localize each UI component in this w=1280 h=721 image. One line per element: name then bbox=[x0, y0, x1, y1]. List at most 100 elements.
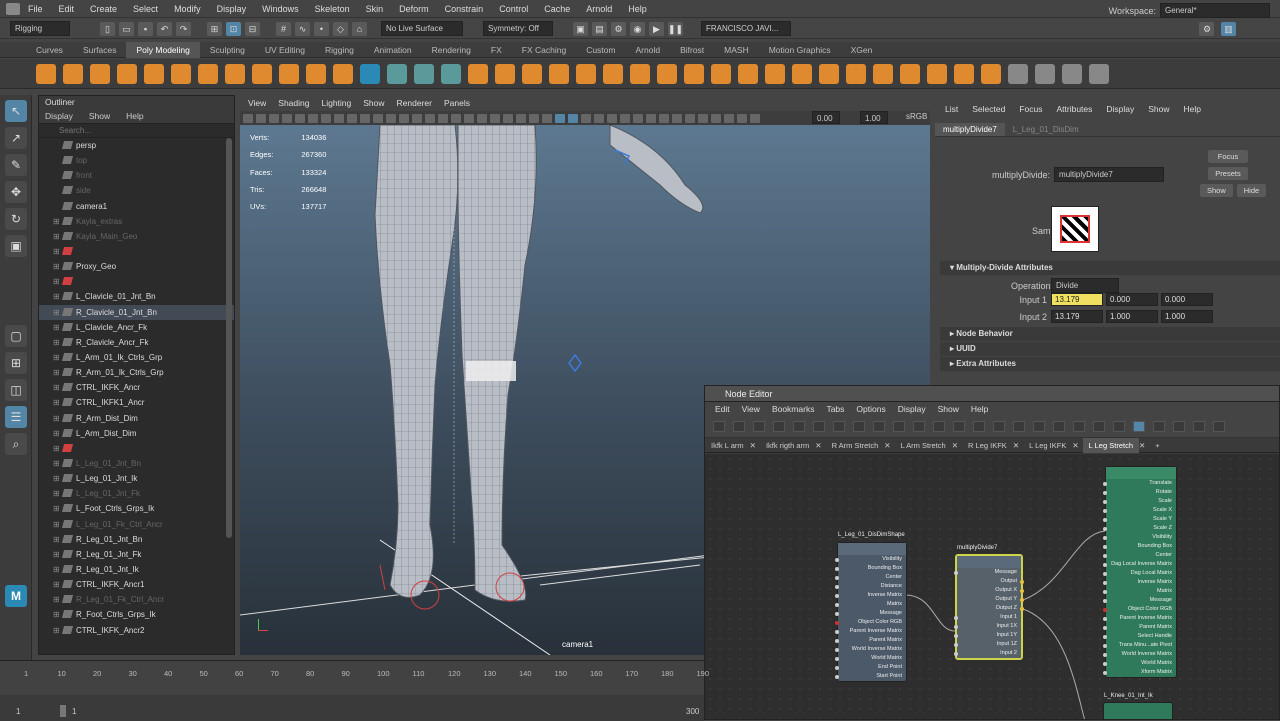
shelf-tab-curves[interactable]: Curves bbox=[26, 42, 73, 58]
tab-close-icon[interactable]: ✕ bbox=[1139, 438, 1149, 453]
viewport-tool-icon[interactable] bbox=[399, 113, 409, 123]
extract-icon[interactable] bbox=[441, 63, 461, 84]
expand-icon[interactable]: ⊞ bbox=[53, 411, 63, 426]
node-port[interactable]: Output bbox=[957, 577, 1024, 586]
node-port[interactable]: Scale Z bbox=[1103, 524, 1176, 533]
viewport-tool-icon[interactable] bbox=[269, 113, 279, 123]
tab-multiplydivide7[interactable]: multiplyDivide7 bbox=[935, 123, 1005, 136]
port-dot[interactable] bbox=[1103, 625, 1107, 630]
node-port[interactable]: Center bbox=[835, 573, 906, 582]
expand-icon[interactable]: ⊞ bbox=[53, 441, 63, 456]
port-dot[interactable] bbox=[1103, 661, 1107, 666]
viewport-tool-icon[interactable] bbox=[256, 113, 266, 123]
node-port[interactable]: Message bbox=[1103, 596, 1176, 605]
port-dot[interactable] bbox=[835, 575, 839, 580]
viewport-tool-icon[interactable] bbox=[243, 113, 253, 123]
node-port[interactable]: Inverse Matrix bbox=[835, 591, 906, 600]
port-dot[interactable] bbox=[954, 651, 958, 656]
node-port[interactable]: World Inverse Matrix bbox=[835, 645, 906, 654]
node-editor-menu-bookmarks[interactable]: Bookmarks bbox=[772, 404, 815, 414]
undo-icon[interactable]: ↶ bbox=[157, 21, 172, 36]
snap-live-icon[interactable]: ⌂ bbox=[352, 21, 367, 36]
node-editor-tool-icon[interactable] bbox=[773, 421, 785, 432]
outliner-item[interactable]: ⊞ bbox=[39, 274, 234, 289]
viewport-tool-icon[interactable] bbox=[737, 113, 747, 123]
redo-icon[interactable]: ↷ bbox=[176, 21, 191, 36]
move-tool-icon[interactable]: ✥ bbox=[5, 181, 27, 203]
viewport-menu-shading[interactable]: Shading bbox=[278, 98, 309, 108]
port-dot[interactable] bbox=[1103, 652, 1107, 657]
node-editor-tool-icon[interactable] bbox=[733, 421, 745, 432]
outliner-item[interactable]: ⊞ bbox=[39, 244, 234, 259]
node-editor-tool-icon[interactable] bbox=[1113, 421, 1125, 432]
outliner-item[interactable]: ⊞ CTRL_IKFK_Ancr1 bbox=[39, 577, 234, 592]
outliner-layout-icon[interactable]: ☰ bbox=[5, 406, 27, 428]
tab-close-icon[interactable]: ✕ bbox=[1013, 438, 1023, 453]
outliner-item[interactable]: ⊞ CTRL_IKFK_Ancr bbox=[39, 380, 234, 395]
expand-icon[interactable]: ⊞ bbox=[53, 244, 63, 259]
port-dot[interactable] bbox=[1103, 517, 1107, 522]
section-uuid[interactable]: ▸ UUID bbox=[940, 342, 1280, 356]
menu-cache[interactable]: Cache bbox=[544, 4, 570, 14]
node-port[interactable]: Object Color RGB bbox=[835, 618, 906, 627]
select-tool-icon[interactable]: ↖ bbox=[5, 100, 27, 122]
hide-button[interactable]: Hide bbox=[1236, 184, 1267, 197]
snap-point-icon[interactable]: • bbox=[314, 21, 329, 36]
port-dot[interactable] bbox=[954, 624, 958, 629]
shelf-tab-xgen[interactable]: XGen bbox=[841, 42, 883, 58]
node-port[interactable]: Parent Inverse Matrix bbox=[1103, 614, 1176, 623]
outliner-item[interactable]: ⊞ Kayla_Main_Geo bbox=[39, 229, 234, 244]
far-clip-field[interactable]: 1.00 bbox=[860, 111, 888, 124]
shelf-tab-uv-editing[interactable]: UV Editing bbox=[255, 42, 315, 58]
viewport-tool-icon[interactable] bbox=[308, 113, 318, 123]
multi-cut-icon[interactable] bbox=[711, 63, 731, 84]
viewport-tool-icon[interactable] bbox=[295, 113, 305, 123]
outliner-item[interactable]: side bbox=[39, 183, 234, 198]
node-port[interactable]: Input 1X bbox=[954, 622, 1021, 631]
outliner-item[interactable]: top bbox=[39, 153, 234, 168]
port-dot[interactable] bbox=[1103, 598, 1107, 603]
node-port[interactable]: World Matrix bbox=[1103, 659, 1176, 668]
outliner-item[interactable]: ⊞ L_Foot_Ctrls_Grps_Ik bbox=[39, 501, 234, 516]
shelf-tab-motion-graphics[interactable]: Motion Graphics bbox=[759, 42, 841, 58]
bevel-icon[interactable] bbox=[630, 63, 650, 84]
node-editor-tool-icon[interactable] bbox=[1193, 421, 1205, 432]
expand-icon[interactable]: ⊞ bbox=[53, 229, 63, 244]
symmetry-dropdown[interactable]: Symmetry: Off bbox=[483, 21, 553, 36]
outliner-item[interactable]: ⊞ Kayla_extras bbox=[39, 214, 234, 229]
node-editor-tool-icon[interactable] bbox=[1073, 421, 1085, 432]
shelf-tab-sculpting[interactable]: Sculpting bbox=[200, 42, 255, 58]
viewport-tool-icon[interactable] bbox=[542, 113, 552, 123]
cylinder-icon[interactable] bbox=[90, 63, 110, 84]
disdim-shape-node[interactable]: L_Leg_01_DisDimShape Visibility Bounding … bbox=[835, 532, 907, 682]
expand-icon[interactable]: ⊞ bbox=[53, 623, 63, 638]
port-dot[interactable] bbox=[954, 633, 958, 638]
port-dot[interactable] bbox=[1103, 490, 1107, 495]
pause-icon[interactable]: ❚❚ bbox=[668, 21, 683, 36]
cone-icon[interactable] bbox=[117, 63, 137, 84]
port-dot[interactable] bbox=[1103, 553, 1107, 558]
viewport-tool-icon[interactable] bbox=[698, 113, 708, 123]
pivot-icon[interactable] bbox=[900, 63, 920, 84]
search-icon[interactable]: ⌕ bbox=[5, 433, 27, 455]
attr-menu-attributes[interactable]: Attributes bbox=[1056, 104, 1092, 114]
node-editor-title[interactable]: Node Editor bbox=[705, 386, 1279, 402]
outliner-item[interactable]: ⊞ Proxy_Geo bbox=[39, 259, 234, 274]
node-port[interactable]: Parent Matrix bbox=[1103, 623, 1176, 632]
extra-2-icon[interactable] bbox=[1035, 63, 1055, 84]
open-scene-icon[interactable]: ▭ bbox=[119, 21, 134, 36]
render-icon[interactable]: ▣ bbox=[573, 21, 588, 36]
cube-icon[interactable] bbox=[63, 63, 83, 84]
torus-icon[interactable] bbox=[144, 63, 164, 84]
node-tab-r-leg-ikfk[interactable]: R Leg IKFK bbox=[962, 438, 1013, 453]
outliner-menu-show[interactable]: Show bbox=[89, 111, 110, 121]
node-editor-menu-show[interactable]: Show bbox=[938, 404, 959, 414]
node-editor-tool-icon[interactable] bbox=[873, 421, 885, 432]
node-port[interactable]: Input 2 bbox=[954, 649, 1021, 658]
viewport-tool-icon[interactable] bbox=[503, 113, 513, 123]
input2-x-field[interactable]: 13.179 bbox=[1051, 310, 1103, 323]
viewport-tool-icon[interactable] bbox=[438, 113, 448, 123]
outliner-item[interactable]: ⊞ R_Arm_01_Ik_Ctrls_Grp bbox=[39, 365, 234, 380]
shelf-tab-fx-caching[interactable]: FX Caching bbox=[512, 42, 576, 58]
render-settings-icon[interactable]: ⚙ bbox=[611, 21, 626, 36]
